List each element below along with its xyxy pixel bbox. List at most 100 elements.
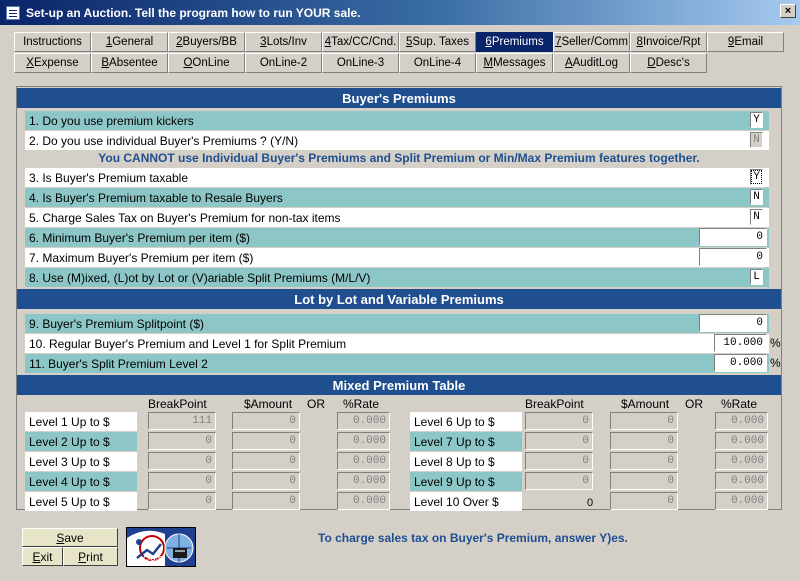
print-button[interactable]: Print [63,547,118,566]
tab-label: OnLine [192,57,230,69]
level-7-label: Level 7 Up to $ [410,432,522,451]
regular-premium-field[interactable]: 10.000 [714,334,767,352]
level-2-label: Level 2 Up to $ [25,432,137,451]
question-premium-kickers: 1. Do you use premium kickers [25,111,769,130]
tab-label: Desc's [655,57,690,69]
split-level-2-field[interactable]: 0.000 [714,354,767,372]
split-type-field[interactable]: L [750,269,763,285]
level-6-amount[interactable]: 0 [610,412,678,430]
level-10-amount[interactable]: 0 [610,492,678,510]
level-2-breakpoint[interactable]: 0 [148,432,216,450]
level-2-amount[interactable]: 0 [232,432,300,450]
level-5-label: Level 5 Up to $ [25,492,137,511]
level-5-breakpoint[interactable]: 0 [148,492,216,510]
level-7-breakpoint[interactable]: 0 [525,432,593,450]
level-8-breakpoint[interactable]: 0 [525,452,593,470]
help-hint: To charge sales tax on Buyer's Premium, … [318,531,628,545]
column-header-rate: %Rate [343,397,380,411]
level-10-rate[interactable]: 0.000 [715,492,768,510]
level-5-amount[interactable]: 0 [232,492,300,510]
level-3-amount[interactable]: 0 [232,452,300,470]
level-1-rate[interactable]: 0.000 [337,412,390,430]
app-icon [6,5,20,20]
column-header-amount: $Amount [244,397,293,411]
question-label: 11. Buyer's Split Premium Level 2 [29,356,208,371]
tab-messages[interactable]: M Messages [476,53,553,73]
level-6-rate[interactable]: 0.000 [715,412,768,430]
question-split-level-2: 11. Buyer's Split Premium Level 2 [25,354,769,373]
level-7-amount[interactable]: 0 [610,432,678,450]
level-7-rate[interactable]: 0.000 [715,432,768,450]
tab-auditlog[interactable]: A AuditLog [553,53,630,73]
tab-tax[interactable]: 4 Tax/CC/Cnd. [322,32,399,52]
title-bar: Set-up an Auction. Tell the program how … [0,0,800,25]
tab-expense[interactable]: X Expense [14,53,91,73]
question-split-type: 8. Use (M)ixed, (L)ot by Lot or (V)ariab… [25,268,769,287]
question-regular-premium: 10. Regular Buyer's Premium and Level 1 … [25,334,769,353]
level-8-rate[interactable]: 0.000 [715,452,768,470]
level-9-rate[interactable]: 0.000 [715,472,768,490]
tab-label: Instructions [23,36,82,48]
maximum-premium-field[interactable]: 0 [699,248,767,266]
level-1-breakpoint[interactable]: 111 [148,412,216,430]
tab-seller[interactable]: 7 Seller/Comm [553,32,630,52]
tab-label: AuditLog [572,57,619,69]
taxable-resale-field[interactable]: N [750,189,763,205]
question-splitpoint: 9. Buyer's Premium Splitpoint ($) [25,314,769,333]
individual-premiums-field[interactable]: N [750,132,763,148]
question-maximum-premium: 7. Maximum Buyer's Premium per item ($) [25,248,769,267]
level-8-amount[interactable]: 0 [610,452,678,470]
section-header-buyers-premiums: Buyer's Premiums [17,88,781,108]
tab-sup-taxes[interactable]: 5 Sup. Taxes [399,32,476,52]
tab-invoice[interactable]: 8 Invoice/Rpt [630,32,707,52]
tab-label: Tax/CC/Cnd. [331,36,397,48]
tab-descs[interactable]: D Desc's [630,53,707,73]
level-9-amount[interactable]: 0 [610,472,678,490]
level-9-breakpoint[interactable]: 0 [525,472,593,490]
column-header-or: OR [307,397,325,411]
tab-key: D [647,57,656,69]
tab-lots[interactable]: 3 Lots/Inv [245,32,322,52]
question-label: 3. Is Buyer's Premium taxable [29,170,189,185]
section-header-lot-by-lot: Lot by Lot and Variable Premiums [17,289,781,309]
tab-premiums[interactable]: 6 Premiums [476,32,553,52]
splitpoint-field[interactable]: 0 [699,314,767,332]
column-header-breakpoint: BreakPoint [525,397,584,411]
column-header-breakpoint: BreakPoint [148,397,207,411]
premium-kickers-field[interactable]: Y [750,112,763,128]
save-button[interactable]: Save [22,528,118,547]
level-3-breakpoint[interactable]: 0 [148,452,216,470]
button-label: rint [86,549,103,564]
tab-buyers[interactable]: 2 Buyers/BB [168,32,245,52]
tab-label: Messages [493,57,546,69]
tab-email[interactable]: 9 Email [707,32,784,52]
level-4-breakpoint[interactable]: 0 [148,472,216,490]
tab-online-3[interactable]: OnLine-3 [322,53,399,73]
close-button[interactable]: × [780,4,796,18]
level-4-amount[interactable]: 0 [232,472,300,490]
tab-online-4[interactable]: OnLine-4 [399,53,476,73]
tab-label: Buyers/BB [182,36,237,48]
level-2-rate[interactable]: 0.000 [337,432,390,450]
exit-button[interactable]: Exit [22,547,63,566]
tab-online-2[interactable]: OnLine-2 [245,53,322,73]
level-4-rate[interactable]: 0.000 [337,472,390,490]
tab-general[interactable]: 1 General [91,32,168,52]
level-3-rate[interactable]: 0.000 [337,452,390,470]
premiums-panel: Buyer's Premiums 1. Do you use premium k… [16,86,782,511]
minimum-premium-field[interactable]: 0 [699,228,767,246]
level-5-rate[interactable]: 0.000 [337,492,390,510]
tab-absentee[interactable]: B Absentee [91,53,168,73]
column-header-amount: $Amount [621,397,670,411]
tab-label: Expense [33,57,79,69]
charge-sales-tax-field[interactable]: N [750,209,763,225]
level-6-breakpoint[interactable]: 0 [525,412,593,430]
tab-instructions[interactable]: Instructions [14,32,91,52]
level-10-label: Level 10 Over $ [410,492,522,511]
question-label: 2. Do you use individual Buyer's Premium… [29,133,299,148]
level-3-label: Level 3 Up to $ [25,452,137,471]
tab-label: OnLine-3 [336,57,385,69]
premium-taxable-field[interactable]: Y [750,169,763,185]
level-1-amount[interactable]: 0 [232,412,300,430]
tab-online[interactable]: O OnLine [168,53,245,73]
